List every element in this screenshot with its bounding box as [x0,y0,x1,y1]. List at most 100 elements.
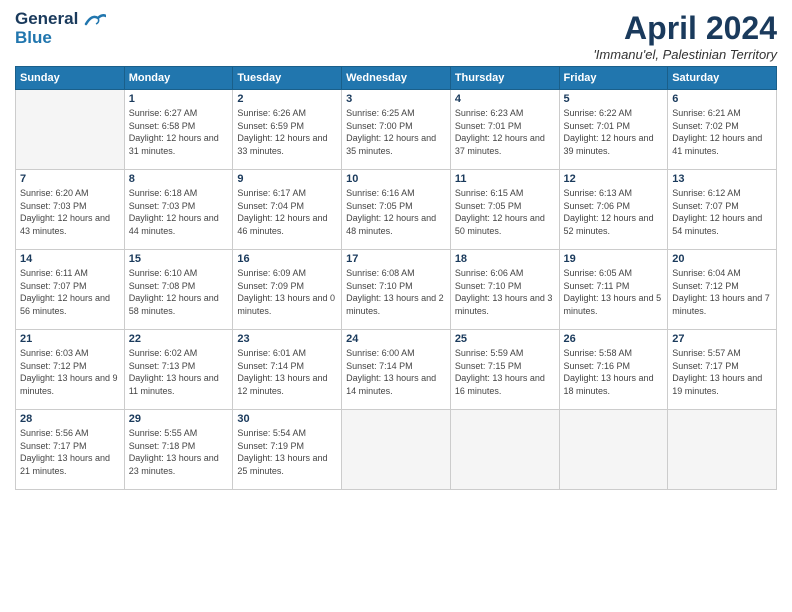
calendar-cell: 26 Sunrise: 5:58 AM Sunset: 7:16 PM Dayl… [559,330,668,410]
calendar-cell: 27 Sunrise: 5:57 AM Sunset: 7:17 PM Dayl… [668,330,777,410]
header: General Blue April 2024 'Immanu'el, Pale… [15,10,777,62]
col-friday: Friday [559,67,668,90]
calendar-cell: 29 Sunrise: 5:55 AM Sunset: 7:18 PM Dayl… [124,410,233,490]
logo-line1: General [15,10,106,29]
calendar-cell [450,410,559,490]
day-number: 26 [564,333,664,345]
day-info: Sunrise: 6:08 AM Sunset: 7:10 PM Dayligh… [346,267,446,317]
day-info: Sunrise: 6:11 AM Sunset: 7:07 PM Dayligh… [20,267,120,317]
calendar-week-3: 21 Sunrise: 6:03 AM Sunset: 7:12 PM Dayl… [16,330,777,410]
day-info: Sunrise: 6:18 AM Sunset: 7:03 PM Dayligh… [129,187,229,237]
day-number: 1 [129,93,229,105]
day-number: 27 [672,333,772,345]
logo-line2: Blue [15,29,106,48]
day-info: Sunrise: 6:02 AM Sunset: 7:13 PM Dayligh… [129,347,229,397]
day-number: 22 [129,333,229,345]
calendar-cell: 30 Sunrise: 5:54 AM Sunset: 7:19 PM Dayl… [233,410,342,490]
title-section: April 2024 'Immanu'el, Palestinian Terri… [593,10,777,62]
day-info: Sunrise: 6:27 AM Sunset: 6:58 PM Dayligh… [129,107,229,157]
calendar-cell: 28 Sunrise: 5:56 AM Sunset: 7:17 PM Dayl… [16,410,125,490]
day-number: 10 [346,173,446,185]
day-info: Sunrise: 6:23 AM Sunset: 7:01 PM Dayligh… [455,107,555,157]
calendar-cell: 12 Sunrise: 6:13 AM Sunset: 7:06 PM Dayl… [559,170,668,250]
day-info: Sunrise: 6:25 AM Sunset: 7:00 PM Dayligh… [346,107,446,157]
day-info: Sunrise: 5:54 AM Sunset: 7:19 PM Dayligh… [237,427,337,477]
col-thursday: Thursday [450,67,559,90]
day-info: Sunrise: 6:13 AM Sunset: 7:06 PM Dayligh… [564,187,664,237]
calendar-cell: 7 Sunrise: 6:20 AM Sunset: 7:03 PM Dayli… [16,170,125,250]
day-number: 6 [672,93,772,105]
header-row: Sunday Monday Tuesday Wednesday Thursday… [16,67,777,90]
calendar-table: Sunday Monday Tuesday Wednesday Thursday… [15,66,777,490]
day-info: Sunrise: 6:22 AM Sunset: 7:01 PM Dayligh… [564,107,664,157]
day-number: 16 [237,253,337,265]
day-info: Sunrise: 6:00 AM Sunset: 7:14 PM Dayligh… [346,347,446,397]
calendar-cell: 5 Sunrise: 6:22 AM Sunset: 7:01 PM Dayli… [559,90,668,170]
calendar-cell: 25 Sunrise: 5:59 AM Sunset: 7:15 PM Dayl… [450,330,559,410]
day-info: Sunrise: 5:57 AM Sunset: 7:17 PM Dayligh… [672,347,772,397]
day-number: 17 [346,253,446,265]
calendar-cell: 2 Sunrise: 6:26 AM Sunset: 6:59 PM Dayli… [233,90,342,170]
calendar-cell: 6 Sunrise: 6:21 AM Sunset: 7:02 PM Dayli… [668,90,777,170]
day-info: Sunrise: 6:05 AM Sunset: 7:11 PM Dayligh… [564,267,664,317]
col-wednesday: Wednesday [342,67,451,90]
day-info: Sunrise: 6:15 AM Sunset: 7:05 PM Dayligh… [455,187,555,237]
day-number: 15 [129,253,229,265]
calendar-week-4: 28 Sunrise: 5:56 AM Sunset: 7:17 PM Dayl… [16,410,777,490]
day-number: 18 [455,253,555,265]
day-number: 28 [20,413,120,425]
day-info: Sunrise: 5:56 AM Sunset: 7:17 PM Dayligh… [20,427,120,477]
day-number: 2 [237,93,337,105]
month-title: April 2024 [593,10,777,47]
day-number: 29 [129,413,229,425]
calendar-cell: 17 Sunrise: 6:08 AM Sunset: 7:10 PM Dayl… [342,250,451,330]
day-info: Sunrise: 5:55 AM Sunset: 7:18 PM Dayligh… [129,427,229,477]
calendar-cell [668,410,777,490]
day-info: Sunrise: 6:17 AM Sunset: 7:04 PM Dayligh… [237,187,337,237]
calendar-cell: 10 Sunrise: 6:16 AM Sunset: 7:05 PM Dayl… [342,170,451,250]
day-info: Sunrise: 6:21 AM Sunset: 7:02 PM Dayligh… [672,107,772,157]
calendar-cell [559,410,668,490]
calendar-cell: 15 Sunrise: 6:10 AM Sunset: 7:08 PM Dayl… [124,250,233,330]
calendar-cell: 11 Sunrise: 6:15 AM Sunset: 7:05 PM Dayl… [450,170,559,250]
day-number: 11 [455,173,555,185]
col-saturday: Saturday [668,67,777,90]
calendar-cell: 16 Sunrise: 6:09 AM Sunset: 7:09 PM Dayl… [233,250,342,330]
day-number: 9 [237,173,337,185]
calendar-cell: 23 Sunrise: 6:01 AM Sunset: 7:14 PM Dayl… [233,330,342,410]
day-number: 14 [20,253,120,265]
day-info: Sunrise: 5:58 AM Sunset: 7:16 PM Dayligh… [564,347,664,397]
day-number: 3 [346,93,446,105]
col-monday: Monday [124,67,233,90]
logo-bird-icon [84,12,106,28]
day-number: 20 [672,253,772,265]
logo: General Blue [15,10,106,47]
col-sunday: Sunday [16,67,125,90]
day-number: 4 [455,93,555,105]
calendar-cell [16,90,125,170]
day-info: Sunrise: 6:03 AM Sunset: 7:12 PM Dayligh… [20,347,120,397]
calendar-cell: 14 Sunrise: 6:11 AM Sunset: 7:07 PM Dayl… [16,250,125,330]
calendar-cell: 24 Sunrise: 6:00 AM Sunset: 7:14 PM Dayl… [342,330,451,410]
calendar-cell: 21 Sunrise: 6:03 AM Sunset: 7:12 PM Dayl… [16,330,125,410]
day-info: Sunrise: 6:09 AM Sunset: 7:09 PM Dayligh… [237,267,337,317]
day-number: 23 [237,333,337,345]
page-container: General Blue April 2024 'Immanu'el, Pale… [0,0,792,500]
day-info: Sunrise: 6:12 AM Sunset: 7:07 PM Dayligh… [672,187,772,237]
day-number: 19 [564,253,664,265]
calendar-cell: 18 Sunrise: 6:06 AM Sunset: 7:10 PM Dayl… [450,250,559,330]
day-info: Sunrise: 6:26 AM Sunset: 6:59 PM Dayligh… [237,107,337,157]
day-number: 25 [455,333,555,345]
day-info: Sunrise: 6:10 AM Sunset: 7:08 PM Dayligh… [129,267,229,317]
calendar-cell: 8 Sunrise: 6:18 AM Sunset: 7:03 PM Dayli… [124,170,233,250]
calendar-cell: 22 Sunrise: 6:02 AM Sunset: 7:13 PM Dayl… [124,330,233,410]
location-subtitle: 'Immanu'el, Palestinian Territory [593,47,777,62]
day-number: 12 [564,173,664,185]
calendar-cell: 3 Sunrise: 6:25 AM Sunset: 7:00 PM Dayli… [342,90,451,170]
day-number: 24 [346,333,446,345]
calendar-cell: 4 Sunrise: 6:23 AM Sunset: 7:01 PM Dayli… [450,90,559,170]
calendar-week-1: 7 Sunrise: 6:20 AM Sunset: 7:03 PM Dayli… [16,170,777,250]
day-number: 7 [20,173,120,185]
day-info: Sunrise: 6:06 AM Sunset: 7:10 PM Dayligh… [455,267,555,317]
day-info: Sunrise: 5:59 AM Sunset: 7:15 PM Dayligh… [455,347,555,397]
